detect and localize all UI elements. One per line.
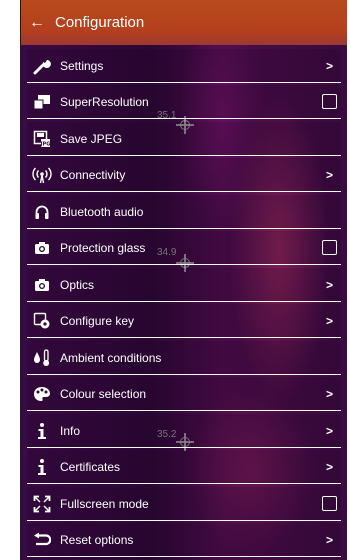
menu-item-label: Protection glass [60,240,146,255]
back-button[interactable]: ← [29,14,45,32]
menu-item-ambient-conditions[interactable]: Ambient conditions [27,341,341,375]
menu-item-superresolution[interactable]: SuperResolution [27,85,341,119]
save-jpeg-icon: JPG [31,130,53,148]
info-icon [31,458,53,476]
menu-item-optics[interactable]: Optics > [27,268,341,302]
menu-item-label: Save JPEG [60,131,123,146]
menu-item-configure-key[interactable]: Configure key > [27,304,341,338]
reset-icon [31,531,53,549]
menu-item-label: Bluetooth audio [60,204,144,219]
menu-item-label: Info [60,423,81,438]
menu-item-label: Configure key [60,313,135,328]
chevron-right-icon: > [325,167,333,182]
menu-item-label: SuperResolution [60,94,149,109]
thermal-image-background: ← Configuration 35.1 34.9 35.2 Settings … [20,0,347,560]
chevron-right-icon: > [325,459,333,474]
protection-glass-checkbox[interactable] [322,240,337,255]
menu-item-protection-glass[interactable]: Protection glass [27,231,341,265]
wireless-icon [31,166,53,184]
chevron-right-icon: > [325,58,333,73]
configure-key-icon [31,312,53,330]
superresolution-checkbox[interactable] [322,94,337,109]
menu-item-colour-selection[interactable]: Colour selection > [27,377,341,411]
menu-item-save-jpeg[interactable]: JPG Save JPEG [27,122,341,156]
camera-icon [31,239,53,257]
menu-header: ← Configuration [21,0,347,45]
menu-item-connectivity[interactable]: Connectivity > [27,158,341,192]
menu-item-certificates[interactable]: Certificates > [27,450,341,484]
menu-item-label: Ambient conditions [60,350,162,365]
ambient-conditions-icon [31,348,53,367]
menu-item-label: Fullscreen mode [60,496,149,511]
menu-item-info[interactable]: Info > [27,414,341,448]
palette-icon [31,385,53,403]
menu-item-settings[interactable]: Settings > [27,49,341,83]
fullscreen-mode-checkbox[interactable] [322,496,337,511]
chevron-right-icon: > [325,277,333,292]
chevron-right-icon: > [325,313,333,328]
menu-item-fullscreen-mode[interactable]: Fullscreen mode [27,487,341,521]
fullscreen-icon [31,495,53,513]
wrench-icon [31,57,53,75]
menu-item-label: Optics [60,277,95,292]
menu-item-label: Reset options [60,532,134,547]
menu-item-label: Connectivity [60,167,126,182]
superresolution-icon [31,93,53,111]
headphones-icon [31,203,53,221]
menu-item-label: Certificates [60,459,121,474]
menu-item-bluetooth-audio[interactable]: Bluetooth audio [27,195,341,229]
chevron-right-icon: > [325,532,333,547]
menu-item-label: Colour selection [60,386,147,401]
camera-icon [31,276,53,294]
menu-item-reset-options[interactable]: Reset options > [27,523,341,557]
menu-item-label: Settings [60,58,104,73]
chevron-right-icon: > [325,386,333,401]
chevron-right-icon: > [325,423,333,438]
info-icon [31,422,53,440]
svg-text:JPG: JPG [40,141,51,147]
menu-title: Configuration [55,14,145,31]
